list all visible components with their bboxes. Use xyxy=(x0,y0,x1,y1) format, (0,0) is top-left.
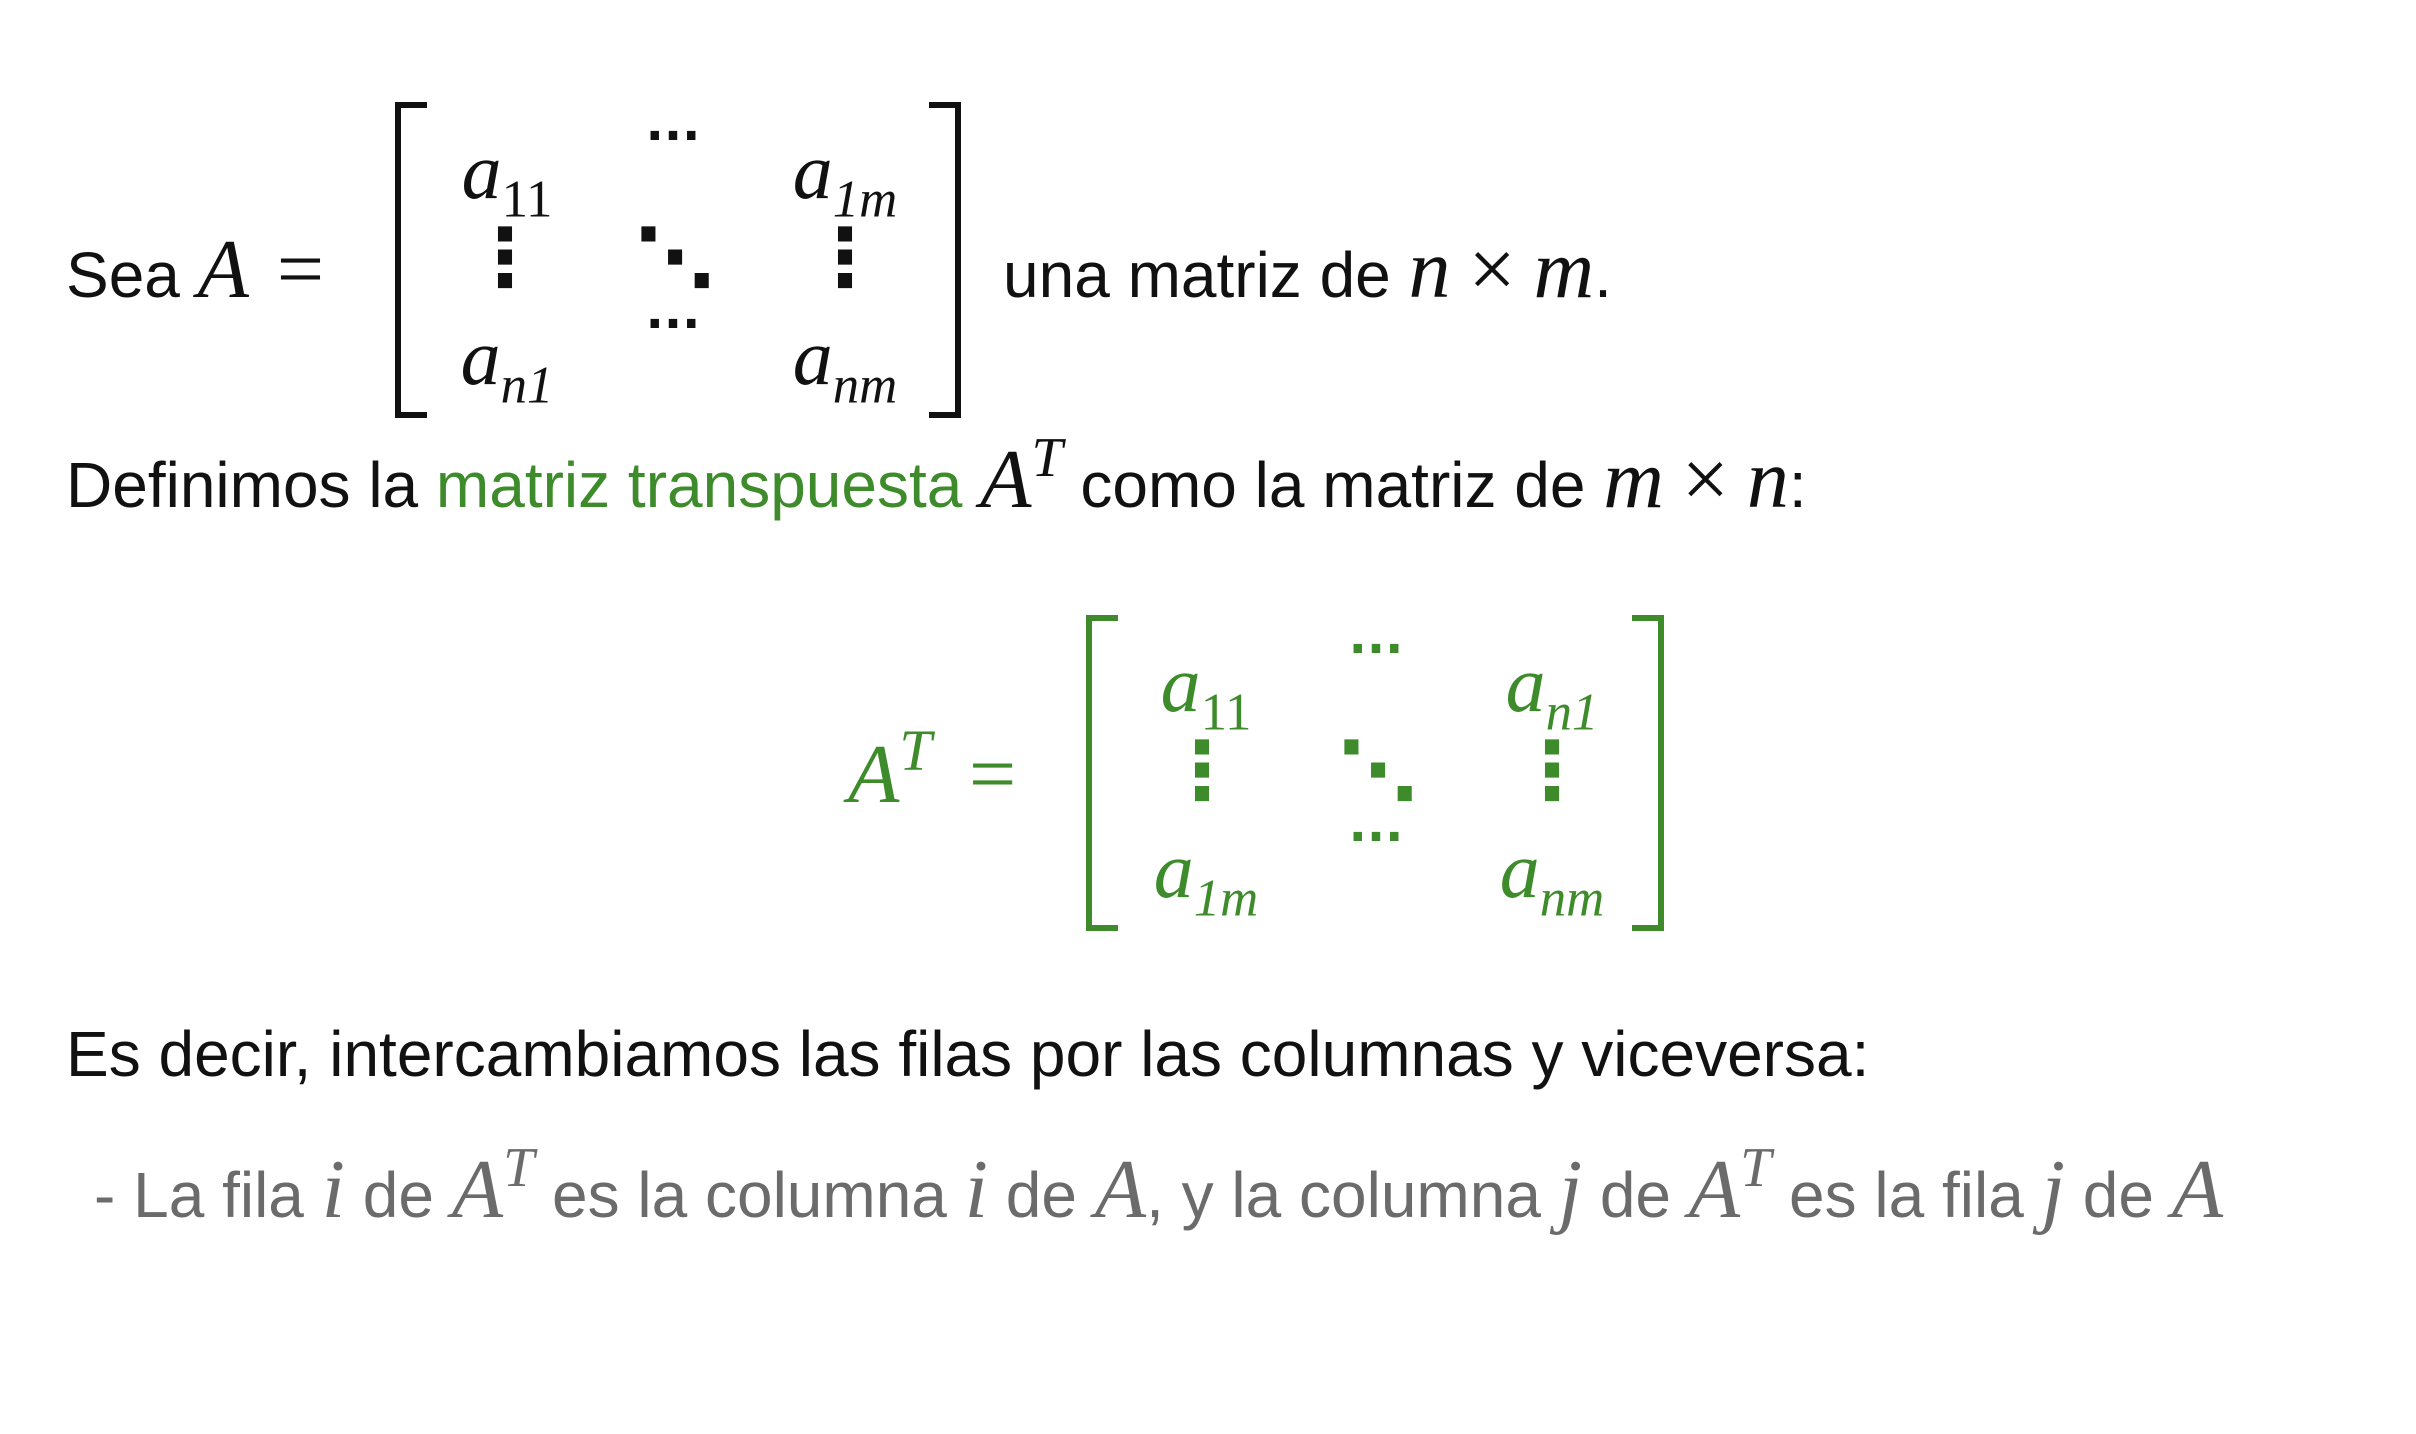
transpose-term-highlight: matriz transpuesta xyxy=(435,448,963,521)
note-text: de xyxy=(2082,1158,2154,1231)
index-j: j xyxy=(2041,1142,2065,1236)
definition-line-suffix: una matriz de n × m. xyxy=(1003,228,1612,312)
matrix-a-transpose: a11 ··· an1 ⋮ ⋱ ⋮ a1m ··· anm xyxy=(1086,615,1664,931)
note-text: de xyxy=(1005,1158,1077,1231)
note-line: - La fila i de AT es la columna i de A, … xyxy=(94,1140,2223,1232)
rows-symbol-n: n xyxy=(1408,223,1451,316)
colon: : xyxy=(1788,448,1807,521)
matrix-symbol-a: A xyxy=(2171,1142,2223,1236)
note-text: de xyxy=(362,1158,434,1231)
cell-vdots: ⋮ xyxy=(1512,724,1592,817)
cols-symbol-m: m xyxy=(1533,223,1595,316)
cell-anm: anm xyxy=(1499,827,1605,928)
cell-vdots: ⋮ xyxy=(465,211,545,304)
matrix-symbol-a: A xyxy=(197,223,249,316)
cell-ddots: ⋱ xyxy=(1338,724,1418,817)
cell-hdots: ··· xyxy=(1348,809,1404,865)
cell-vdots: ⋮ xyxy=(805,211,885,304)
note-text: es la columna xyxy=(552,1158,947,1231)
explanation-line: Es decir, intercambiamos las filas por l… xyxy=(66,1018,1870,1090)
matrix-symbol-a: A xyxy=(980,432,1032,526)
cell-hdots: ··· xyxy=(1348,621,1404,677)
transpose-superscript: T xyxy=(1031,427,1063,489)
transpose-superscript: T xyxy=(503,1137,535,1199)
rows-symbol-m: m xyxy=(1603,432,1664,526)
cell-vdots: ⋮ xyxy=(1162,724,1242,817)
matrix-symbol-a: A xyxy=(848,727,900,821)
note-text: es la fila xyxy=(1789,1158,2024,1231)
note-text: de xyxy=(1599,1158,1671,1231)
matrix-size-text: una matriz de xyxy=(1003,239,1391,311)
times-sign: × xyxy=(1468,223,1516,316)
transpose-superscript: T xyxy=(899,718,932,783)
index-i: i xyxy=(321,1142,345,1236)
transpose-lhs: AT = xyxy=(848,722,1016,817)
right-bracket xyxy=(929,102,961,418)
right-bracket xyxy=(1632,615,1664,931)
matrix-symbol-a: A xyxy=(1094,1142,1147,1236)
sea-label: Sea xyxy=(66,239,180,311)
note-text: , y la columna xyxy=(1146,1158,1541,1231)
matrix-symbol-a: A xyxy=(1688,1142,1741,1236)
cell-hdots: ··· xyxy=(645,296,701,352)
cell-ddots: ⋱ xyxy=(635,211,715,304)
index-i: i xyxy=(964,1142,988,1236)
cell-hdots: ··· xyxy=(645,108,701,164)
matrix-symbol-a: A xyxy=(451,1142,504,1236)
como-text: como la matriz de xyxy=(1080,448,1586,521)
cell-anm: anm xyxy=(792,314,898,415)
cell-a1m: a1m xyxy=(1153,827,1259,928)
cell-an1: an1 xyxy=(460,314,554,415)
matrix-a: a11 ··· a1m ⋮ ⋱ ⋮ an1 ··· anm xyxy=(395,102,961,418)
note-text: - La fila xyxy=(94,1158,304,1231)
transpose-definition-line: Definimos la matriz transpuesta AT como … xyxy=(66,430,1807,522)
times-sign: × xyxy=(1681,432,1730,526)
left-bracket xyxy=(395,102,427,418)
definimos-text: Definimos la xyxy=(66,448,419,521)
index-j: j xyxy=(1558,1142,1583,1236)
left-bracket xyxy=(1086,615,1118,931)
equals-sign: = xyxy=(276,223,325,316)
equals-sign: = xyxy=(968,727,1017,821)
period: . xyxy=(1594,239,1612,311)
definition-line-prefix: Sea A = xyxy=(66,228,324,312)
transpose-superscript: T xyxy=(1740,1137,1772,1199)
cols-symbol-n: n xyxy=(1746,432,1789,526)
